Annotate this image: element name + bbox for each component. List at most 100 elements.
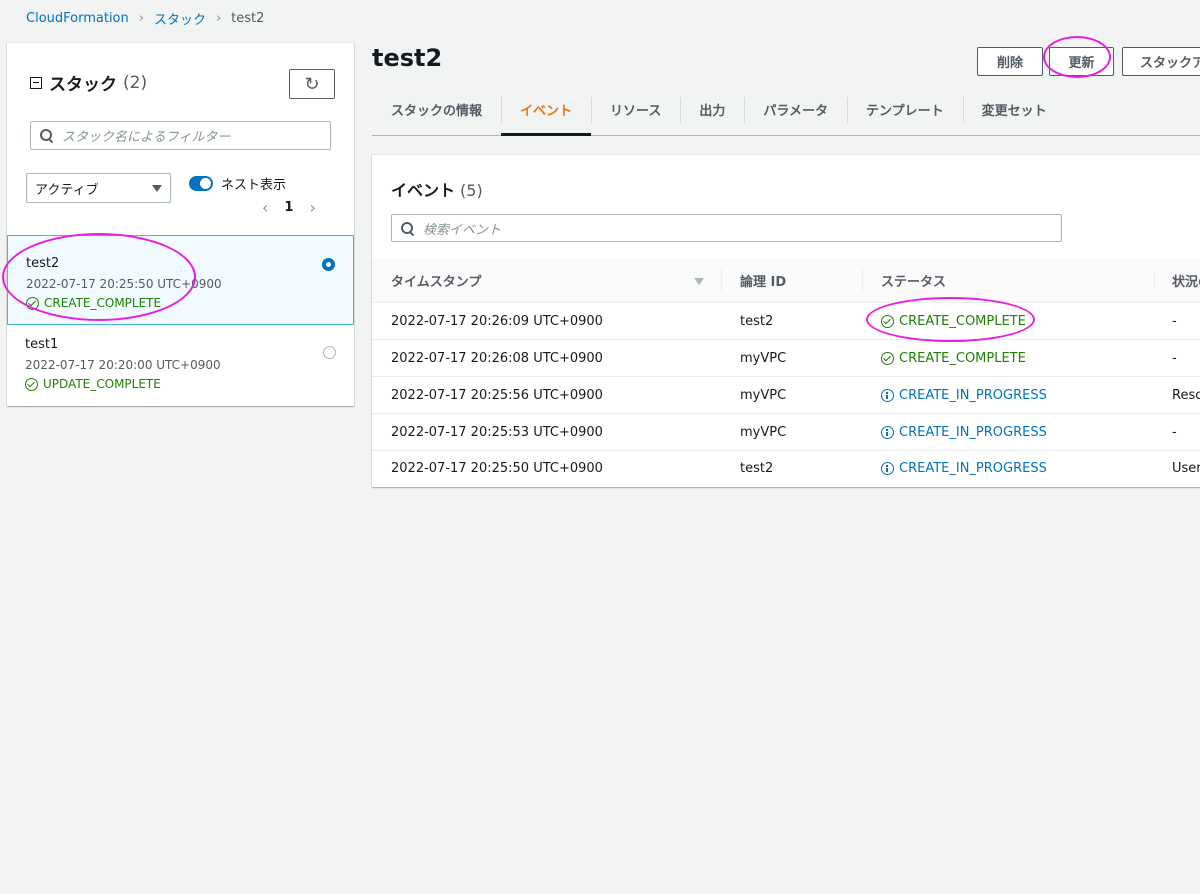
check-circle-icon [26,296,39,310]
event-status-text[interactable]: CREATE_IN_PROGRESS [899,388,1047,403]
column-logical-id[interactable]: 論理 ID [740,258,786,303]
event-timestamp: 2022-07-17 20:25:56 UTC+0900 [391,388,603,403]
stack-actions-button[interactable]: スタックア [1122,47,1200,76]
event-logical-id: myVPC [740,351,787,366]
events-search-placeholder: 検索イベント [423,222,502,238]
event-reason: - [1172,351,1177,366]
check-circle-icon [25,377,38,391]
event-status-text: CREATE_COMPLETE [899,314,1026,329]
nested-view-toggle[interactable]: ネスト表示 [189,174,286,193]
refresh-button[interactable]: ↻ [289,69,335,99]
chevron-right-icon: › [138,10,144,26]
tab-parameters[interactable]: パラメータ [744,95,847,123]
event-reason: Reso [1172,388,1200,403]
breadcrumb-current: test2 [231,10,265,26]
event-timestamp: 2022-07-17 20:26:09 UTC+0900 [391,314,603,329]
status-filter-select[interactable]: アクティブ [26,173,171,203]
stack-item-test1[interactable]: test1 2022-07-17 20:20:00 UTC+0900 UPDAT… [7,325,354,405]
refresh-icon: ↻ [304,73,320,94]
event-status: CREATE_COMPLETE [881,340,1026,377]
check-circle-icon [881,315,894,328]
event-logical-id: myVPC [740,388,787,403]
column-status[interactable]: ステータス [881,258,946,303]
stacks-title: スタック [49,75,117,95]
stack-tabs: スタックの情報 イベント リソース 出力 パラメータ テンプレート 変更セット [372,95,1200,136]
column-separator [862,269,863,291]
stack-name[interactable]: test1 [25,337,336,352]
events-title: イベント (5) [391,177,483,201]
search-icon [401,221,414,235]
check-circle-icon [881,352,894,365]
pagination: ‹ 1 › [262,198,316,217]
event-status-text[interactable]: CREATE_IN_PROGRESS [899,461,1047,476]
chevron-right-icon: › [215,10,222,26]
event-reason: User [1172,461,1200,476]
delete-button[interactable]: 削除 [977,47,1043,76]
sort-descending-icon[interactable] [694,278,704,285]
event-logical-id: myVPC [740,425,787,440]
tab-stack-info[interactable]: スタックの情報 [372,95,501,123]
event-reason: - [1172,314,1177,329]
search-icon [40,129,53,142]
events-table-header: タイムスタンプ 論理 ID ステータス 状況の [372,258,1200,303]
events-panel: イベント(5) 検索イベント タイムスタンプ 論理 ID ステータス 状況の 2… [372,155,1200,487]
column-timestamp[interactable]: タイムスタンプ [391,258,481,303]
stack-status-text: UPDATE_COMPLETE [43,377,161,391]
update-button[interactable]: 更新 [1049,47,1114,76]
event-timestamp: 2022-07-17 20:25:50 UTC+0900 [391,461,603,476]
chevron-right-icon[interactable]: › [309,198,315,217]
event-status: CREATE_COMPLETE [881,303,1026,340]
events-search-input[interactable]: 検索イベント [391,214,1062,242]
page-number[interactable]: 1 [284,200,293,215]
table-row: 2022-07-17 20:26:09 UTC+0900 test2 CREAT… [372,303,1200,340]
event-reason: - [1172,425,1177,440]
table-row: 2022-07-17 20:25:53 UTC+0900 myVPC CREAT… [372,414,1200,451]
stack-status: UPDATE_COMPLETE [25,377,336,391]
event-timestamp: 2022-07-17 20:25:53 UTC+0900 [391,425,603,440]
column-separator [1154,269,1155,291]
collapse-icon[interactable] [30,76,42,89]
info-icon [881,462,894,475]
event-status-text[interactable]: CREATE_IN_PROGRESS [899,425,1047,440]
stacks-panel: スタック (2) ↻ スタック名によるフィルター アクティブ ネスト表示 ‹ 1… [7,43,354,406]
event-status[interactable]: CREATE_IN_PROGRESS [881,414,1047,451]
tab-template[interactable]: テンプレート [847,95,963,123]
stack-status: CREATE_COMPLETE [26,296,335,310]
tab-events[interactable]: イベント [501,95,592,136]
events-count: (5) [460,181,483,200]
stack-name[interactable]: test2 [26,256,335,271]
column-reason[interactable]: 状況の [1172,258,1200,303]
column-separator [721,269,722,291]
stacks-panel-title: スタック (2) [30,70,147,95]
table-row: 2022-07-17 20:25:50 UTC+0900 test2 CREAT… [372,450,1200,487]
stack-timestamp: 2022-07-17 20:20:00 UTC+0900 [25,358,221,372]
stack-item-test2[interactable]: test2 2022-07-17 20:25:50 UTC+0900 CREAT… [7,235,354,325]
stack-status-text: CREATE_COMPLETE [44,296,162,310]
tab-change-sets[interactable]: 変更セット [962,95,1066,123]
breadcrumb: CloudFormation › スタック › test2 [26,9,265,28]
tab-outputs[interactable]: 出力 [680,95,744,123]
page-title: test2 [372,44,443,72]
tab-resources[interactable]: リソース [591,95,680,123]
event-status[interactable]: CREATE_IN_PROGRESS [881,450,1047,487]
breadcrumb-stacks-link[interactable]: スタック [154,9,206,28]
caret-down-icon [152,184,162,192]
breadcrumb-cloudformation-link[interactable]: CloudFormation [26,11,129,26]
events-title-text: イベント [391,181,456,200]
stacks-count: (2) [123,72,148,93]
info-icon [881,389,894,402]
event-status[interactable]: CREATE_IN_PROGRESS [881,377,1047,414]
stack-search-placeholder: スタック名によるフィルター [62,130,231,145]
toggle-switch[interactable] [189,176,213,191]
table-row: 2022-07-17 20:25:56 UTC+0900 myVPC CREAT… [372,377,1200,414]
info-icon [881,426,894,439]
nested-view-label: ネスト表示 [221,178,287,193]
stack-timestamp: 2022-07-17 20:25:50 UTC+0900 [26,277,222,291]
chevron-left-icon[interactable]: ‹ [262,198,268,217]
stack-radio-selected[interactable] [322,258,335,271]
stack-search-input[interactable]: スタック名によるフィルター [30,121,331,150]
event-logical-id: test2 [740,314,774,329]
table-row: 2022-07-17 20:26:08 UTC+0900 myVPC CREAT… [372,340,1200,377]
event-status-text: CREATE_COMPLETE [899,351,1026,366]
stack-radio[interactable] [323,346,336,359]
